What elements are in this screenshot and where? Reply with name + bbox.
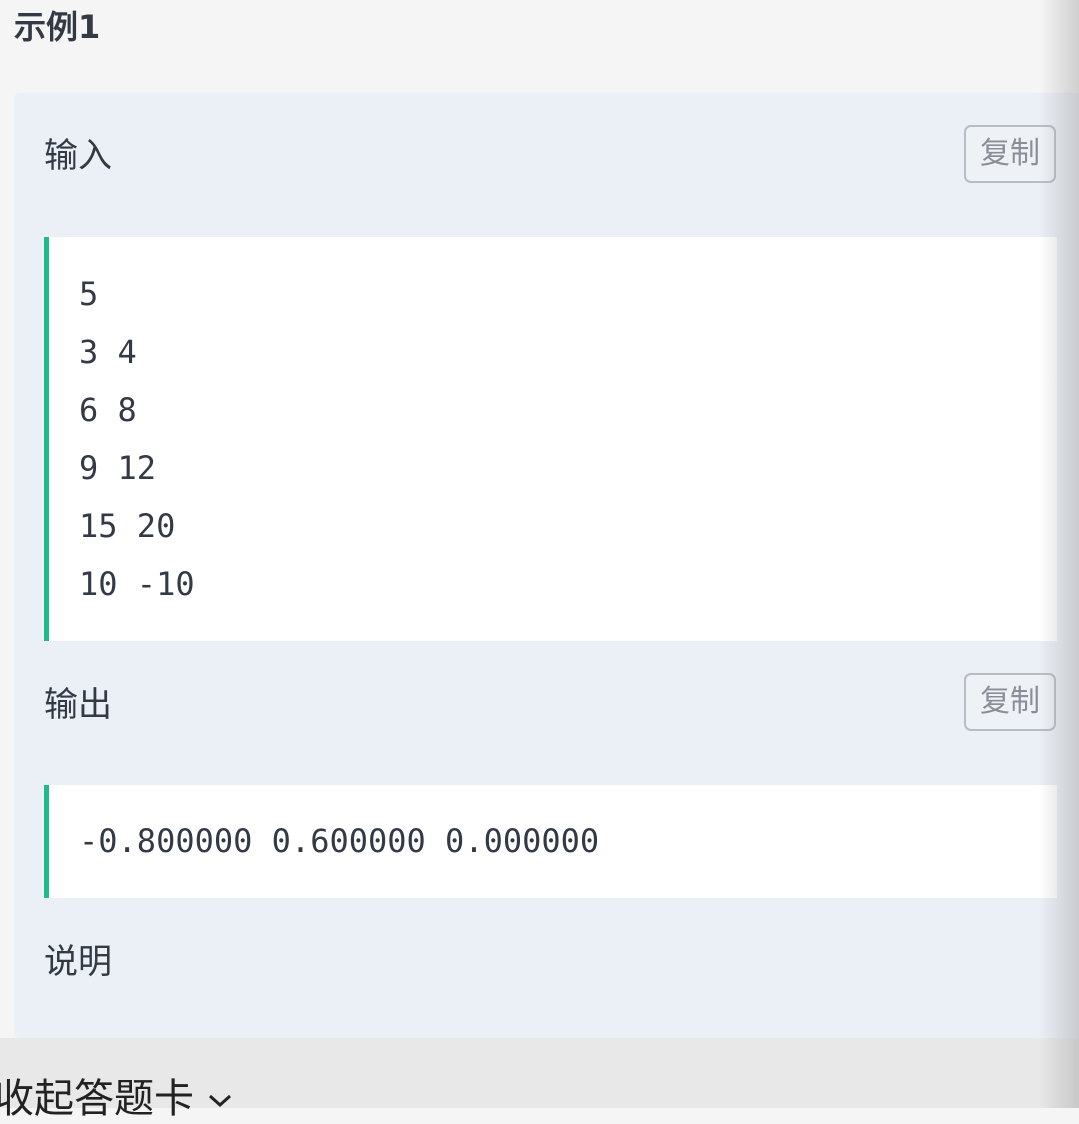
collapse-answer-card-button[interactable]: 收起答题卡 <box>0 1038 1079 1122</box>
collapse-label: 收起答题卡 <box>0 1076 194 1122</box>
input-code-block: 5 3 4 6 8 9 12 15 20 10 -10 <box>44 237 1057 641</box>
example-title: 示例1 <box>14 8 101 46</box>
output-label: 输出 <box>44 685 112 725</box>
edge-shadow <box>1039 0 1079 1108</box>
chevron-down-icon <box>208 1094 231 1108</box>
output-code-block: -0.800000 0.600000 0.000000 <box>44 785 1057 898</box>
code-line: -0.800000 0.600000 0.000000 <box>79 822 600 860</box>
code-line: 3 4 <box>79 333 137 371</box>
explanation-label: 说明 <box>44 942 112 982</box>
code-line: 10 -10 <box>79 565 195 603</box>
code-line: 9 12 <box>79 449 157 487</box>
code-line: 5 <box>79 275 99 313</box>
code-line: 6 8 <box>79 391 137 429</box>
code-line: 15 20 <box>79 507 176 545</box>
input-label: 输入 <box>44 136 112 176</box>
